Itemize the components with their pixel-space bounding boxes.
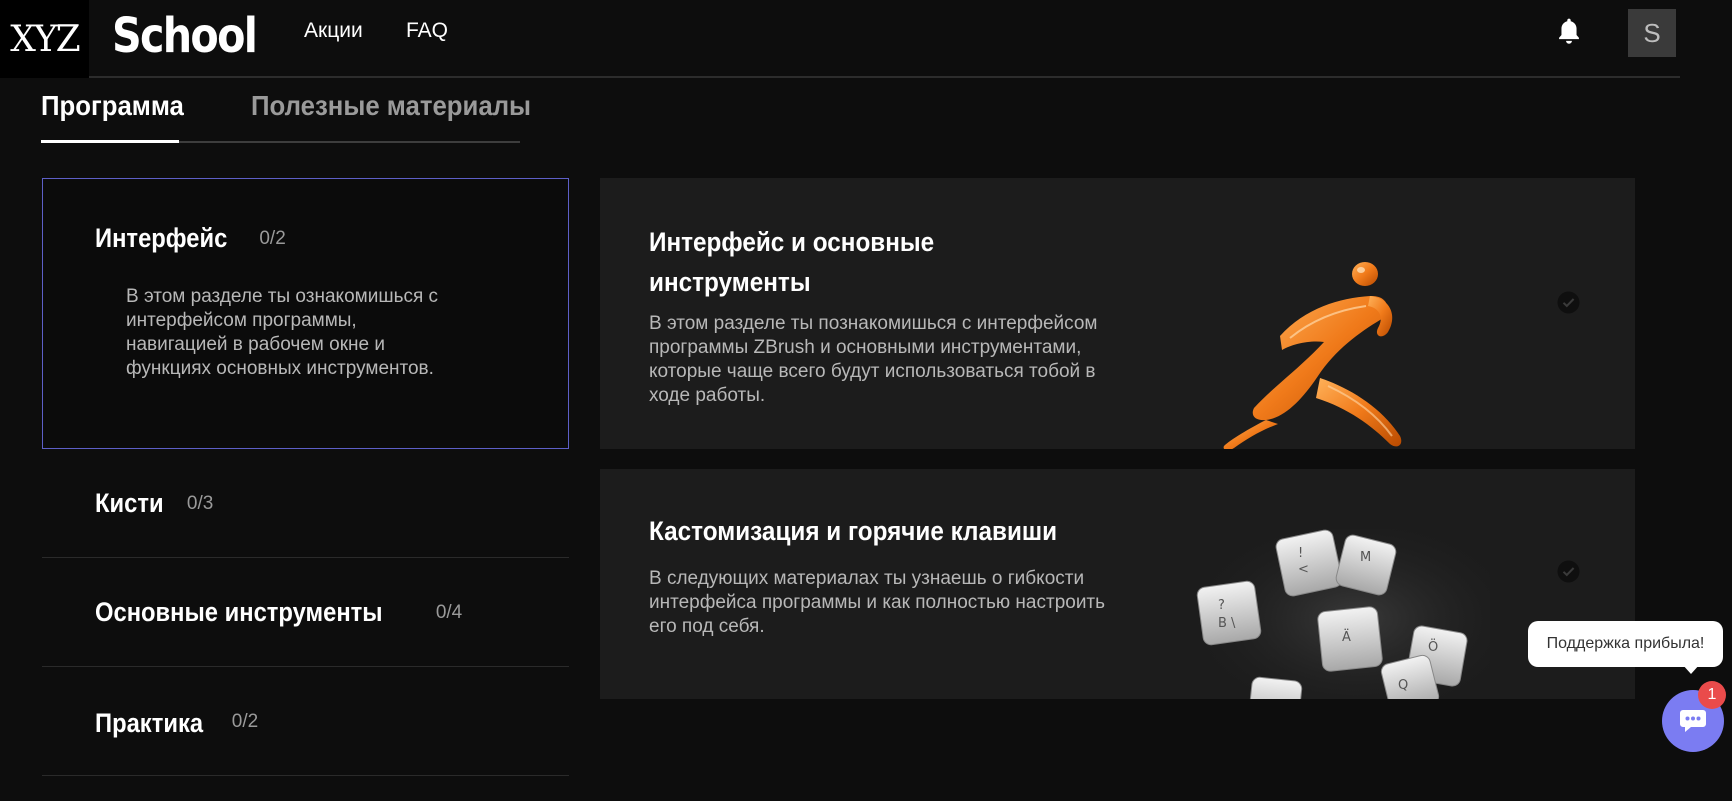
zbrush-logo-illustration (1223, 262, 1402, 449)
chat-icon (1680, 710, 1706, 732)
avatar[interactable]: S (1628, 9, 1676, 57)
section-progress-count: 0/2 (259, 227, 286, 249)
nav-link-faq[interactable]: FAQ (406, 19, 448, 43)
notification-badge: 1 (1698, 681, 1726, 709)
section-item-brushes[interactable]: Кисти 0/3 (42, 450, 569, 558)
bell-icon[interactable] (1556, 17, 1582, 45)
svg-text:?: ? (1218, 598, 1225, 613)
support-bubble-tail (1682, 664, 1700, 674)
keyboard-keys-illustration: ? B \ ! < M Ä Ö Q (1190, 529, 1490, 699)
section-title: Основные инструменты (95, 597, 383, 627)
svg-text:M: M (1360, 550, 1371, 565)
card-description: В следующих материалах ты узнаешь о гибк… (649, 568, 1106, 637)
section-title: Кисти (95, 488, 164, 518)
nav-link-promotions[interactable]: Акции (304, 19, 363, 43)
svg-text:Ä: Ä (1342, 629, 1351, 645)
brand-title: School (112, 8, 258, 64)
tab-program[interactable]: Программа (41, 90, 184, 144)
card-description: В этом разделе ты познакомишься с интерф… (649, 313, 1098, 406)
tab-active-indicator (41, 140, 179, 143)
section-item-basic-tools[interactable]: Основные инструменты 0/4 (42, 559, 569, 667)
check-icon (1557, 291, 1580, 314)
lesson-card-customization[interactable]: Кастомизация и горячие клавиши В следующ… (600, 469, 1635, 699)
section-progress-count: 0/2 (231, 710, 259, 732)
card-title: Кастомизация и горячие клавиши (649, 516, 1058, 546)
section-header: Интерфейс 0/2 (95, 223, 286, 254)
logo-text: XYZ (10, 18, 80, 60)
check-icon (1557, 560, 1580, 583)
lesson-card-interface[interactable]: Интерфейс и основные инструменты В этом … (600, 178, 1635, 449)
support-message-bubble[interactable]: Поддержка прибыла! (1528, 621, 1723, 667)
top-header: XYZ School Акции FAQ S (0, 0, 1680, 78)
section-description: В этом разделе ты ознакомишься с интерфе… (126, 286, 439, 379)
svg-text:Ö: Ö (1428, 638, 1438, 655)
section-title: Интерфейс (95, 223, 228, 253)
section-title: Практика (95, 708, 204, 738)
section-progress-count: 0/3 (186, 492, 214, 514)
card-title: Интерфейс и основные инструменты (649, 227, 935, 297)
tab-useful-materials[interactable]: Полезные материалы (251, 90, 531, 144)
section-progress-count: 0/4 (435, 601, 463, 623)
svg-text:B \: B \ (1218, 616, 1236, 631)
svg-text:Q: Q (1398, 678, 1408, 693)
section-item-practice[interactable]: Практика 0/2 (42, 668, 569, 776)
logo[interactable]: XYZ (0, 0, 89, 78)
svg-text:<: < (1298, 562, 1309, 577)
svg-text:!: ! (1298, 546, 1303, 561)
section-item-interface[interactable]: Интерфейс 0/2 В этом разделе ты ознакоми… (42, 178, 569, 449)
